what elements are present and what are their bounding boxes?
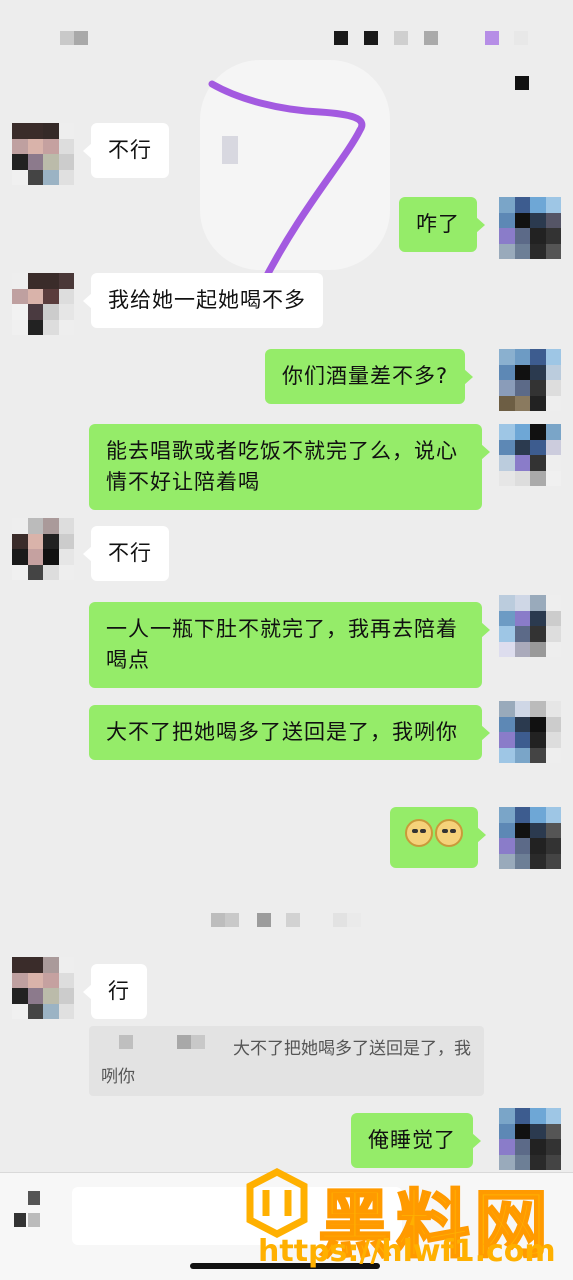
message-incoming[interactable]: 不行 [83, 123, 169, 178]
avatar[interactable] [12, 273, 74, 335]
avatar[interactable] [499, 1108, 561, 1170]
quote-text: 大不了把她喝多了送回是了，我咧你 [101, 1039, 471, 1087]
avatar[interactable] [499, 197, 561, 259]
message-outgoing[interactable] [390, 807, 486, 868]
message-outgoing[interactable]: 咋了 [399, 197, 485, 252]
voice-icon[interactable] [14, 1191, 44, 1235]
message-outgoing[interactable]: 一人一瓶下肚不就完了，我再去陪着喝点 [89, 602, 490, 688]
avatar[interactable] [12, 957, 74, 1019]
message-outgoing[interactable]: 大不了把她喝多了送回是了，我咧你 [89, 705, 490, 760]
doge-emoji-icon [435, 819, 463, 847]
message-outgoing[interactable]: 俺睡觉了 [351, 1113, 481, 1168]
message-incoming[interactable]: 不行 [83, 526, 169, 581]
doge-emoji-icon [405, 819, 433, 847]
watermark-logo-icon [246, 1168, 308, 1238]
message-outgoing[interactable]: 你们酒量差不多? [265, 349, 474, 404]
annotation-stroke [208, 80, 366, 289]
avatar[interactable] [12, 518, 74, 580]
message-outgoing[interactable]: 能去唱歌或者吃饭不就完了么，说心情不好让陪着喝 [89, 424, 490, 510]
avatar[interactable] [499, 595, 561, 657]
avatar[interactable] [499, 807, 561, 869]
avatar[interactable] [12, 123, 74, 185]
avatar[interactable] [499, 701, 561, 763]
watermark-url: https://hlwf1.com [258, 1234, 556, 1269]
message-incoming[interactable]: 行 [83, 964, 147, 1019]
blur-patch [222, 136, 238, 164]
avatar[interactable] [499, 424, 561, 486]
quoted-message[interactable]: 大不了把她喝多了送回是了，我咧你 [89, 1026, 484, 1096]
avatar[interactable] [499, 349, 561, 411]
message-incoming[interactable]: 我给她一起她喝不多 [83, 273, 323, 328]
